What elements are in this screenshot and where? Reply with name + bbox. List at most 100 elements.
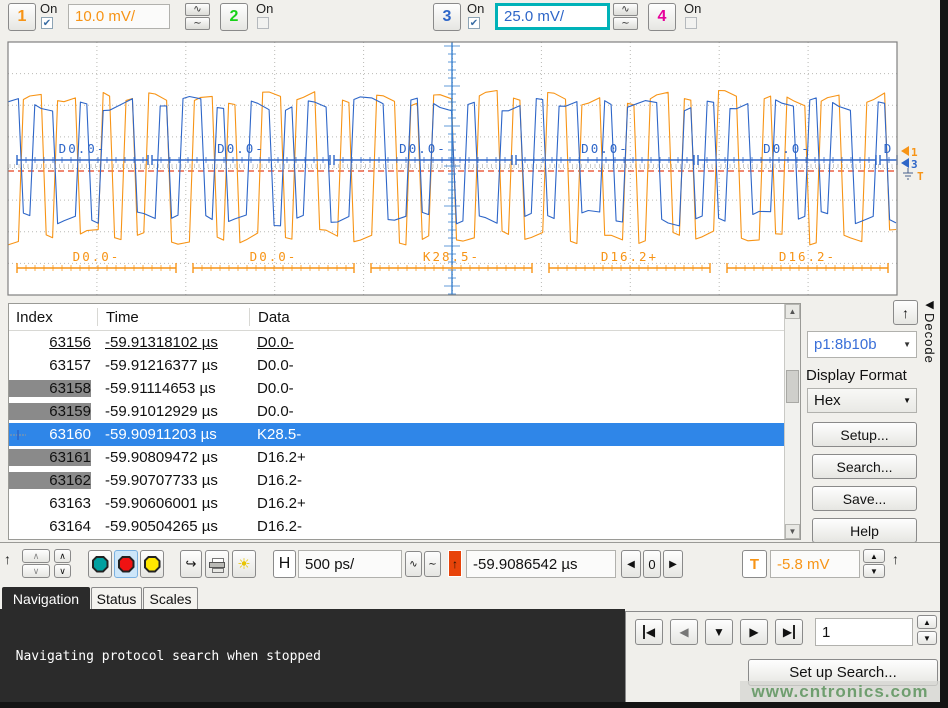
table-row[interactable]: 63157 -59.91216377 µs D0.0- bbox=[9, 354, 800, 377]
display-format-dropdown[interactable]: Hex ▼ bbox=[807, 388, 917, 413]
cell-time: -59.91012929 µs bbox=[97, 403, 249, 420]
cell-time: -59.90809472 µs bbox=[97, 449, 249, 466]
wave-icon: ∿ bbox=[193, 4, 201, 15]
search-button[interactable]: Search... bbox=[812, 454, 917, 479]
chevron-down-icon: ∨ bbox=[33, 566, 40, 577]
horizontal-button[interactable]: H bbox=[273, 550, 296, 578]
table-row[interactable]: 63163 -59.90606001 µs D16.2+ bbox=[9, 492, 800, 515]
up-triangle-icon: ▲ bbox=[870, 552, 878, 561]
channel-3-scale-field[interactable]: 25.0 mV/ bbox=[495, 3, 610, 30]
first-result-button[interactable]: ◀ bbox=[635, 619, 663, 645]
table-row[interactable]: 63159 -59.91012929 µs D0.0- bbox=[9, 400, 800, 423]
run-icon bbox=[92, 556, 109, 573]
left-arrow-icon: ◀ bbox=[925, 298, 933, 311]
down-triangle-icon: ▼ bbox=[923, 634, 931, 643]
tab-status[interactable]: Status bbox=[91, 587, 142, 609]
tab-navigation[interactable]: Navigation bbox=[2, 587, 90, 609]
column-header-data[interactable]: Data bbox=[249, 308, 800, 326]
column-header-time[interactable]: Time bbox=[97, 308, 249, 326]
search-index-up-button[interactable]: ▲ bbox=[917, 615, 937, 629]
scrollbar-up-icon[interactable]: ▲ bbox=[785, 304, 800, 319]
table-row[interactable]: 63156 -59.91318102 µs D0.0- bbox=[9, 331, 800, 354]
channel-2-on-checkbox[interactable] bbox=[257, 17, 269, 29]
table-scrollbar[interactable]: ▲ ▼ bbox=[784, 304, 800, 539]
trigger-position-marker[interactable]: ↑ bbox=[448, 550, 462, 577]
cell-data: D16.2- bbox=[249, 518, 800, 535]
channel-1-on-checkbox[interactable]: ✔ bbox=[41, 17, 53, 29]
status-line: Navigating protocol search when stopped bbox=[0, 648, 625, 665]
channel-reference-markers: 1 3 T bbox=[898, 140, 940, 190]
channel-3-scale-up-button[interactable]: ∿ bbox=[613, 3, 638, 16]
status-message-panel: Navigating protocol search when stopped … bbox=[0, 609, 625, 702]
zero-position-button[interactable]: 0 bbox=[643, 550, 661, 578]
display-brightness-button[interactable]: ☀ bbox=[232, 550, 256, 578]
fine-increment-button[interactable]: ∧ bbox=[22, 549, 50, 563]
help-button[interactable]: Help bbox=[812, 518, 917, 543]
divider bbox=[0, 542, 940, 543]
search-index-down-button[interactable]: ▼ bbox=[917, 631, 937, 645]
coarse-increment-button[interactable]: ∧ bbox=[54, 549, 71, 563]
coarse-decrement-button[interactable]: ∨ bbox=[54, 564, 71, 578]
previous-result-button[interactable]: ◀ bbox=[670, 619, 698, 645]
redo-arrow-icon: ↪ bbox=[186, 556, 197, 572]
bus-selector-dropdown[interactable]: p1:8b10b ▼ bbox=[807, 331, 917, 358]
table-row[interactable]: 63164 -59.90504265 µs D16.2- bbox=[9, 515, 800, 538]
channel-1-button[interactable]: 1 bbox=[8, 3, 36, 31]
channel-1-scale-down-button[interactable]: ∼ bbox=[185, 17, 210, 30]
single-button[interactable] bbox=[140, 550, 164, 578]
scrollbar-thumb[interactable] bbox=[786, 370, 799, 403]
current-result-button[interactable]: ▼ bbox=[705, 619, 733, 645]
search-index-field[interactable]: 1 bbox=[815, 618, 913, 646]
pan-right-button[interactable]: ▶ bbox=[663, 550, 683, 578]
print-button[interactable] bbox=[205, 550, 229, 578]
trigger-level-up-button[interactable]: ▲ bbox=[863, 549, 885, 563]
cell-data: K28.5- bbox=[249, 426, 800, 443]
channel-3-button[interactable]: 3 bbox=[433, 3, 461, 31]
down-arrow-icon: ▼ bbox=[713, 625, 725, 639]
decode-side-tab-label: Decode bbox=[922, 313, 937, 364]
trigger-level-field[interactable]: -5.8 mV bbox=[770, 550, 860, 578]
channel-1-scale-field[interactable]: 10.0 mV/ bbox=[68, 4, 170, 29]
table-row[interactable]: 63162 -59.90707733 µs D16.2- bbox=[9, 469, 800, 492]
wave-icon: ∿ bbox=[621, 4, 629, 15]
left-arrow-icon: ◀ bbox=[679, 625, 688, 639]
table-row[interactable]: 63161 -59.90809472 µs D16.2+ bbox=[9, 446, 800, 469]
display-format-label: Display Format bbox=[806, 367, 907, 384]
next-result-button[interactable]: ▶ bbox=[740, 619, 768, 645]
channel-1-scale-up-button[interactable]: ∿ bbox=[185, 3, 210, 16]
horizontal-zoom-out-button[interactable]: ∼ bbox=[424, 551, 441, 577]
channel-3-scale-down-button[interactable]: ∼ bbox=[613, 17, 638, 30]
stop-button[interactable] bbox=[114, 550, 138, 578]
pan-left-button[interactable]: ◀ bbox=[621, 550, 641, 578]
channel-4-button[interactable]: 4 bbox=[648, 3, 676, 31]
horizontal-position-field[interactable]: -59.9086542 µs bbox=[466, 550, 616, 578]
channel-4-on-checkbox[interactable] bbox=[685, 17, 697, 29]
horizontal-zoom-in-button[interactable]: ∿ bbox=[405, 551, 422, 577]
check-icon: ✔ bbox=[470, 18, 478, 29]
cell-time: -59.90504265 µs bbox=[97, 518, 249, 535]
up-triangle-icon: ▲ bbox=[923, 618, 931, 627]
waveform-display[interactable]: D0.0-D0.0-D0.0-D0.0-D0.0-DD0.0-D0.0-K28.… bbox=[0, 40, 948, 298]
window-edge bbox=[0, 702, 948, 708]
column-header-index[interactable]: Index bbox=[9, 308, 97, 326]
trigger-button[interactable]: T bbox=[742, 550, 767, 578]
down-triangle-icon: ▼ bbox=[870, 567, 878, 576]
trigger-level-down-button[interactable]: ▼ bbox=[863, 564, 885, 578]
setup-button[interactable]: Setup... bbox=[812, 422, 917, 447]
fine-decrement-button[interactable]: ∨ bbox=[22, 564, 50, 578]
table-row-selected[interactable]: 63160 -59.90911203 µs K28.5- bbox=[9, 423, 800, 446]
horizontal-scale-field[interactable]: 500 ps/ bbox=[298, 550, 402, 578]
save-button[interactable]: Save... bbox=[812, 486, 917, 511]
scrollbar-down-icon[interactable]: ▼ bbox=[785, 524, 800, 539]
channel-3-on-checkbox[interactable]: ✔ bbox=[468, 17, 480, 29]
table-row[interactable]: 63158 -59.91114653 µs D0.0- bbox=[9, 377, 800, 400]
ch3-ground-arrow-icon bbox=[901, 158, 909, 168]
touch-toggle-button[interactable]: ↪ bbox=[180, 550, 202, 578]
cell-data: D16.2+ bbox=[249, 495, 800, 512]
collapse-panel-button[interactable]: ↑ bbox=[893, 300, 918, 325]
decode-side-tab[interactable]: ◀ Decode bbox=[920, 298, 939, 398]
channel-2-button[interactable]: 2 bbox=[220, 3, 248, 31]
last-result-button[interactable]: ▶ bbox=[775, 619, 803, 645]
run-button[interactable] bbox=[88, 550, 112, 578]
tab-scales[interactable]: Scales bbox=[143, 587, 198, 609]
